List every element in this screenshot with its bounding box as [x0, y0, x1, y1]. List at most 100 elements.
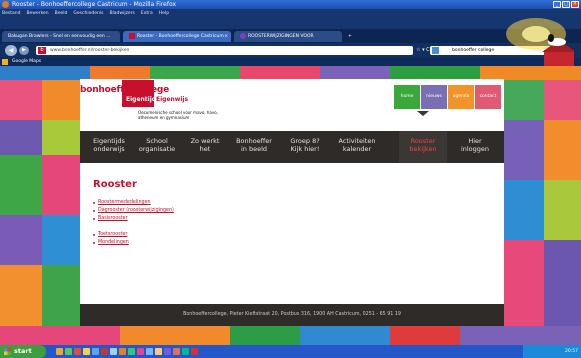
logo-eigenwijs: Eigenwijs: [156, 96, 189, 103]
nav-activiteiten-kalender[interactable]: Activiteiten kalender: [328, 137, 386, 153]
nav-line2: Kijk hier!: [290, 145, 320, 153]
new-tab-button[interactable]: +: [345, 31, 357, 42]
menu-help[interactable]: Help: [159, 11, 169, 16]
nav-groep-8[interactable]: Groep 8? Kijk hier!: [276, 137, 334, 153]
topnav-label: contact: [479, 94, 497, 99]
window-title: Rooster - Bonhoeffercollege Castricum - …: [12, 1, 177, 8]
tab-label: Bakugan Brawlers - Snel en eenvoudig een…: [8, 34, 111, 39]
site-tagline: Oecumenische school voor mavo, havo, ath…: [138, 110, 218, 120]
active-nav-arrow: [417, 111, 429, 116]
tab-label: ROOSTERWIJZIGINGEN VOOR: [248, 34, 314, 39]
bookmark-star-icon[interactable]: ☆ ▾ C: [416, 47, 430, 53]
tab-roosterwijzigingen[interactable]: ROOSTERWIJZIGINGEN VOOR: [234, 31, 342, 42]
bookmarks-toolbar: Google Maps: [0, 58, 581, 66]
link-toetsrooster[interactable]: Toetsrooster: [92, 232, 127, 237]
logo-eigentijds: Eigentijds: [126, 96, 160, 103]
plus-icon: +: [348, 34, 352, 39]
menu-file[interactable]: Bestand: [2, 11, 20, 16]
tab-close-icon[interactable]: ×: [224, 31, 228, 42]
url-text: www.bonhoeffer.nl/rooster-bekijken: [50, 48, 130, 53]
taskbar: start 20:57: [0, 345, 581, 358]
site-footer: Bonhoeffercollege, Pieter Kieftstraat 20…: [80, 304, 504, 326]
search-engine-icon[interactable]: [432, 47, 439, 54]
content-card: bonhoeffercollege Eigentijds Eigenwijs O…: [80, 79, 504, 326]
menu-tools[interactable]: Extra: [141, 11, 153, 16]
bookmark-google-maps[interactable]: Google Maps: [12, 59, 41, 64]
maximize-button[interactable]: □: [562, 1, 570, 8]
forward-arrow-icon: ▶: [22, 47, 26, 53]
taskbar-app-icon[interactable]: [137, 348, 144, 355]
menu-bar: Bestand Bewerken Beeld Geschiedenis Blad…: [0, 9, 581, 29]
start-label: start: [14, 347, 32, 355]
topnav-label: agenda: [452, 94, 470, 99]
system-tray: 20:57: [523, 345, 581, 358]
tab-favicon: [240, 32, 246, 39]
start-button[interactable]: start: [0, 345, 46, 358]
tab-label: Rooster - Bonhoeffercollege Castricum: [137, 34, 224, 39]
windows-flag-icon: [4, 348, 11, 355]
menu-history[interactable]: Geschiedenis: [73, 11, 103, 16]
tab-strip: Bakugan Brawlers - Snel en eenvoudig een…: [0, 29, 581, 43]
link-roostermededelingen[interactable]: Roostermededelingen: [93, 200, 151, 205]
back-button[interactable]: ◀: [5, 45, 17, 56]
taskbar-app-icon[interactable]: [146, 348, 153, 355]
bonhoeffer-favicon: [129, 32, 135, 39]
taskbar-app-icon[interactable]: [92, 348, 99, 355]
nav-line1: Bonhoeffer: [236, 137, 272, 145]
nav-line2: het: [199, 145, 211, 153]
menu-edit[interactable]: Bewerken: [26, 11, 48, 16]
nav-rooster-bekijken[interactable]: Rooster bekijken: [394, 137, 452, 153]
menu-view[interactable]: Beeld: [55, 11, 68, 16]
link-mondelingen[interactable]: Mondelingen: [93, 240, 129, 245]
nav-line2: kalender: [342, 145, 372, 153]
minimize-button[interactable]: _: [553, 1, 561, 8]
window-titlebar: Rooster - Bonhoeffercollege Castricum - …: [0, 0, 581, 9]
taskbar-app-icon[interactable]: [56, 348, 63, 355]
taskbar-app-icon[interactable]: [173, 348, 180, 355]
navigation-toolbar: ◀ ▶ b www.bonhoeffer.nl/rooster-bekijken…: [0, 43, 581, 58]
taskbar-app-icon[interactable]: [182, 348, 189, 355]
nav-line2: bekijken: [409, 145, 437, 153]
page-viewport: bonhoeffercollege Eigentijds Eigenwijs O…: [0, 66, 581, 345]
nav-line1: School: [146, 137, 168, 145]
maps-icon: [2, 59, 8, 65]
nav-hier-inloggen[interactable]: Hier inloggen: [446, 137, 504, 153]
taskbar-app-icon[interactable]: [128, 348, 135, 355]
taskbar-app-icon[interactable]: [83, 348, 90, 355]
tab-bakugan[interactable]: Bakugan Brawlers - Snel en eenvoudig een…: [2, 31, 120, 42]
snoopy-theme-art: [506, 18, 574, 68]
taskbar-app-icon[interactable]: [110, 348, 117, 355]
nav-line2: in beeld: [240, 145, 268, 153]
back-arrow-icon: ◀: [8, 47, 14, 54]
clock[interactable]: 20:57: [565, 349, 578, 354]
topnav-nieuws[interactable]: nieuws: [421, 85, 447, 109]
taskbar-app-icon[interactable]: [74, 348, 81, 355]
nav-line1: Groep 8?: [290, 137, 320, 145]
taskbar-app-icon[interactable]: [65, 348, 72, 355]
taskbar-icons: [56, 348, 198, 355]
taskbar-app-icon[interactable]: [164, 348, 171, 355]
link-basisrooster[interactable]: Basisrooster: [93, 216, 128, 221]
close-window-button[interactable]: ×: [571, 1, 579, 8]
taskbar-app-icon[interactable]: [155, 348, 162, 355]
footer-address: Bonhoeffercollege, Pieter Kieftstraat 20…: [183, 312, 401, 317]
nav-line1: Zo werkt: [190, 137, 220, 145]
taskbar-app-icon[interactable]: [101, 348, 108, 355]
link-dagrooster[interactable]: Dagrooster (roosterwijzigingen): [93, 208, 174, 213]
nav-line1: Eigentijds: [93, 137, 125, 145]
topnav-contact[interactable]: contact: [475, 85, 501, 109]
topnav-label: nieuws: [426, 94, 442, 99]
forward-button[interactable]: ▶: [19, 46, 29, 55]
nav-line1: Rooster: [410, 137, 436, 145]
tab-rooster[interactable]: Rooster - Bonhoeffercollege Castricum ×: [123, 31, 231, 42]
taskbar-app-icon[interactable]: [191, 348, 198, 355]
url-bar[interactable]: b www.bonhoeffer.nl/rooster-bekijken: [36, 46, 413, 55]
topnav-home[interactable]: home: [394, 85, 420, 109]
nav-bonhoeffer-in-beeld[interactable]: Bonhoeffer in beeld: [225, 137, 283, 153]
main-navigation: Eigentijds onderwijs School organisatie Zo…: [80, 131, 504, 163]
taskbar-app-icon[interactable]: [119, 348, 126, 355]
site-logo[interactable]: bonhoeffercollege: [80, 85, 169, 95]
topnav-agenda[interactable]: agenda: [448, 85, 474, 109]
nav-line2: organisatie: [138, 145, 176, 153]
menu-bookmarks[interactable]: Bladwijzers: [109, 11, 134, 16]
